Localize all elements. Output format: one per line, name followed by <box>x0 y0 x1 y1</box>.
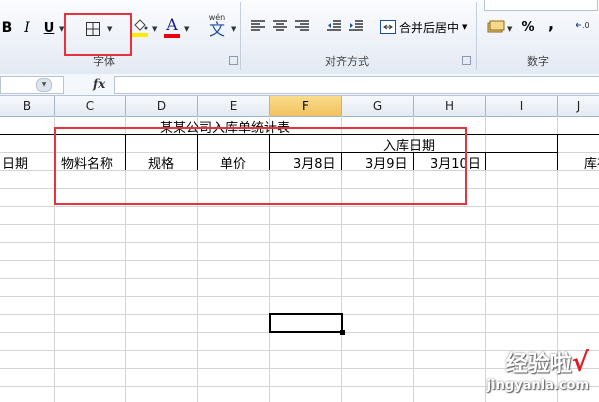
column-header-c[interactable]: C <box>55 96 126 116</box>
align-left-button[interactable] <box>250 17 266 35</box>
align-center-icon <box>273 20 287 31</box>
align-center-button[interactable] <box>272 17 288 35</box>
active-cell[interactable] <box>269 313 343 333</box>
formula-bar: ▼ fx <box>0 74 599 96</box>
table-highlight-box <box>54 127 467 205</box>
align-right-button[interactable] <box>294 17 310 35</box>
merge-center-label: 合并后居中 <box>399 20 460 35</box>
merge-cells-icon <box>380 20 396 34</box>
font-color-dropdown-icon[interactable]: ▼ <box>184 25 189 33</box>
gridline <box>0 278 599 279</box>
watermark: 经验啦√ jingyanla.com <box>487 346 589 393</box>
bold-button[interactable]: B <box>0 18 14 38</box>
gridline <box>0 242 599 243</box>
column-header-g[interactable]: G <box>342 96 414 116</box>
column-header-h[interactable]: H <box>414 96 486 116</box>
underline-button[interactable]: U <box>42 18 56 38</box>
accounting-dropdown-icon[interactable]: ▼ <box>507 25 512 33</box>
name-box[interactable] <box>0 76 64 94</box>
align-right-icon <box>295 20 309 31</box>
table-border <box>557 134 558 170</box>
paint-bucket-icon <box>134 19 148 31</box>
decrease-indent-icon <box>327 20 341 31</box>
comma-button[interactable]: , <box>544 14 558 33</box>
header-stock: 库存 <box>584 157 599 172</box>
column-headers: B C D E F G H I J <box>0 96 599 117</box>
watermark-text: 经验啦 <box>505 352 572 377</box>
number-format-dropdown[interactable] <box>484 0 598 11</box>
font-dialog-launcher-icon[interactable] <box>229 56 238 65</box>
phonetic-button[interactable]: wén 文 <box>205 12 229 40</box>
font-color-letter: A <box>166 15 178 34</box>
column-header-b[interactable]: B <box>0 96 55 116</box>
watermark-url: jingyanla.com <box>486 378 589 393</box>
increase-decimal-button[interactable]: .0 <box>576 16 598 36</box>
header-date: 日期 <box>2 157 29 172</box>
fill-color-swatch <box>132 33 148 37</box>
currency-icon <box>487 20 505 33</box>
alignment-group-label: 对齐方式 <box>325 55 369 68</box>
align-left-icon <box>251 20 265 31</box>
group-separator <box>240 2 241 70</box>
increase-decimal-icon: .0 <box>576 21 590 30</box>
gridline <box>0 224 599 225</box>
fill-color-button[interactable] <box>130 16 150 40</box>
column-header-f[interactable]: F <box>270 96 342 116</box>
svg-text:.0: .0 <box>582 21 590 30</box>
italic-button[interactable]: I <box>20 18 34 38</box>
merge-dropdown-icon[interactable]: ▼ <box>462 23 467 31</box>
insert-function-icon[interactable]: fx <box>93 77 105 91</box>
accounting-format-button[interactable] <box>486 18 506 36</box>
checkmark-icon: √ <box>571 348 589 378</box>
increase-indent-icon <box>349 20 363 31</box>
alignment-dialog-launcher-icon[interactable] <box>462 56 471 65</box>
name-box-dropdown-icon[interactable]: ▼ <box>36 78 52 92</box>
fill-handle[interactable] <box>340 330 345 335</box>
phonetic-dropdown-icon[interactable]: ▼ <box>231 25 236 33</box>
group-separator <box>476 2 477 70</box>
column-header-i[interactable]: I <box>486 96 558 116</box>
gridline <box>0 260 599 261</box>
gridline <box>0 296 599 297</box>
gridline <box>0 206 599 207</box>
formula-input[interactable] <box>114 76 599 94</box>
table-border <box>485 152 486 170</box>
number-group-label: 数字 <box>527 55 549 68</box>
column-header-j[interactable]: J <box>558 96 599 116</box>
font-color-button[interactable]: A <box>164 14 180 40</box>
column-header-d[interactable]: D <box>126 96 198 116</box>
increase-indent-button[interactable] <box>348 17 364 35</box>
fill-color-dropdown-icon[interactable]: ▼ <box>152 25 157 33</box>
decrease-indent-button[interactable] <box>326 17 342 35</box>
column-header-e[interactable]: E <box>198 96 270 116</box>
borders-highlight-box <box>64 13 132 56</box>
phonetic-char: 文 <box>208 20 225 39</box>
percent-button[interactable]: % <box>520 18 536 36</box>
font-color-swatch <box>164 34 180 38</box>
merge-center-button[interactable]: 合并后居中 ▼ <box>380 16 474 38</box>
